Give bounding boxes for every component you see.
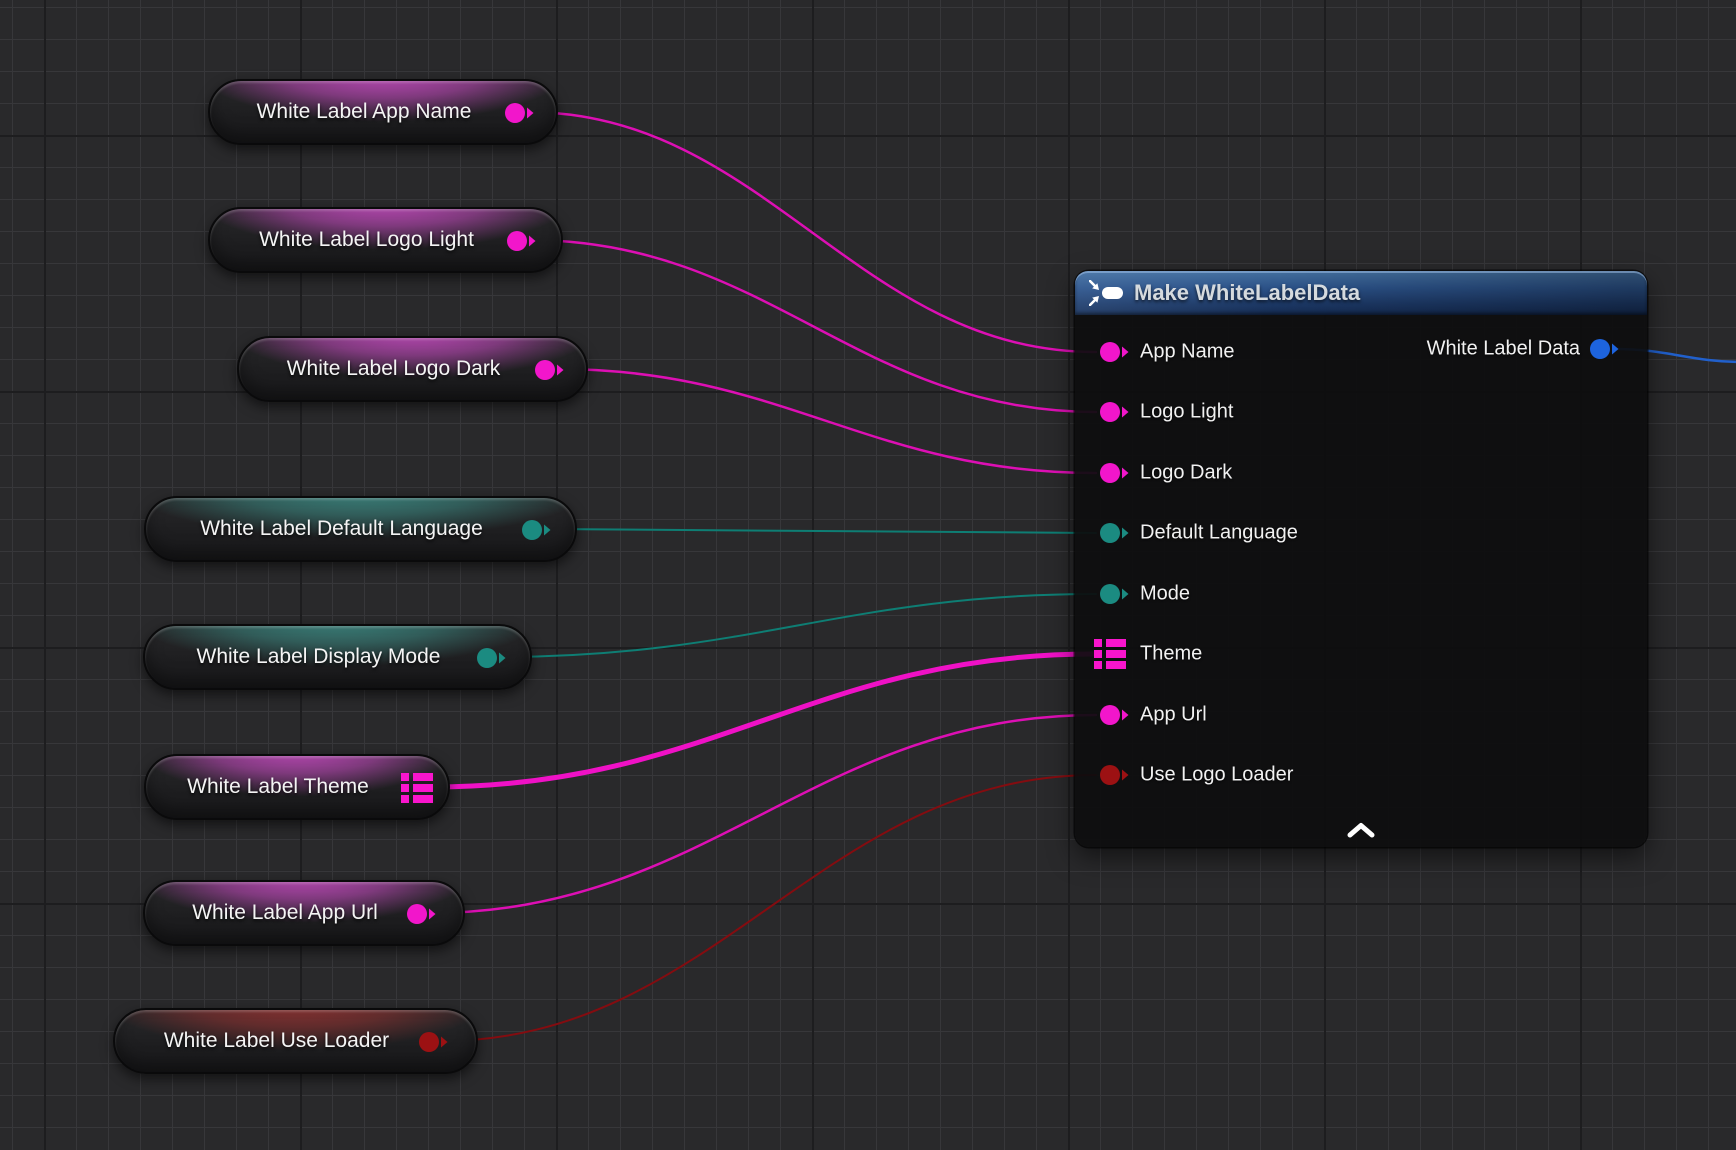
input-pin-label: Logo Light (1140, 401, 1233, 424)
input-pin-row-logo-light: Logo Light (1075, 391, 1647, 433)
output-pin-icon[interactable] (476, 647, 508, 669)
input-pin-label: Use Logo Loader (1140, 764, 1293, 787)
input-pin-icon[interactable] (1099, 764, 1131, 786)
var-node-white-label-theme[interactable]: White Label Theme (144, 754, 450, 820)
var-node-label: White Label Default Language (146, 498, 575, 560)
var-node-label: White Label Display Mode (145, 626, 530, 688)
input-pin-label: Default Language (1140, 522, 1298, 545)
wire-white-label-display-mode[interactable] (499, 594, 1096, 657)
output-pin-icon[interactable] (504, 102, 536, 124)
var-node-white-label-use-loader[interactable]: White Label Use Loader (113, 1008, 478, 1074)
input-pin-row-default-language: Default Language (1075, 512, 1647, 554)
output-pin-icon[interactable] (521, 519, 553, 541)
var-node-white-label-default-language[interactable]: White Label Default Language (144, 496, 577, 562)
input-pin-row-theme: Theme (1075, 633, 1647, 675)
wire-white-label-logo-dark[interactable] (557, 369, 1096, 473)
input-pin-label: Logo Dark (1140, 462, 1232, 485)
input-pin-row-logo-dark: Logo Dark (1075, 452, 1647, 494)
make-struct-icon (1089, 280, 1123, 306)
input-pin-label: Theme (1140, 643, 1202, 666)
chevron-up-icon (1344, 827, 1378, 842)
input-pin-label: App Url (1140, 704, 1207, 727)
input-pin-row-use-logo-loader: Use Logo Loader (1075, 754, 1647, 796)
input-pin-label: Mode (1140, 583, 1190, 606)
struct-grid-pin-icon[interactable] (1094, 639, 1126, 669)
wire-white-label-theme[interactable] (433, 654, 1093, 787)
input-pin-icon[interactable] (1099, 583, 1131, 605)
make-whitelabeldata-node[interactable]: Make WhiteLabelData App NameLogo LightLo… (1075, 271, 1647, 847)
var-node-white-label-logo-light[interactable]: White Label Logo Light (208, 207, 563, 273)
input-pin-row-app-url: App Url (1075, 694, 1647, 736)
input-pin-icon[interactable] (1099, 462, 1131, 484)
wire-white-label-default-language[interactable] (544, 529, 1096, 533)
output-pin-icon[interactable] (506, 230, 538, 252)
output-pin-row: White Label Data (1075, 328, 1647, 370)
input-pin-icon[interactable] (1099, 704, 1131, 726)
collapse-node-button[interactable] (1338, 819, 1384, 841)
var-node-white-label-app-url[interactable]: White Label App Url (143, 880, 465, 946)
blueprint-graph-canvas[interactable]: White Label App Name White Label Logo Lig… (0, 0, 1736, 1150)
struct-grid-pin-icon[interactable] (401, 773, 433, 803)
input-pin-icon[interactable] (1099, 522, 1131, 544)
wire-white-label-app-url[interactable] (429, 715, 1096, 913)
var-node-white-label-display-mode[interactable]: White Label Display Mode (143, 624, 532, 690)
node-title: Make WhiteLabelData (1134, 280, 1360, 306)
white-label-data-output-pin[interactable] (1589, 338, 1621, 360)
output-pin-icon[interactable] (406, 903, 438, 925)
output-pin-icon[interactable] (418, 1031, 450, 1053)
wire-white-label-use-loader[interactable] (441, 775, 1096, 1041)
output-pin-label: White Label Data (1427, 338, 1580, 361)
var-node-white-label-app-name[interactable]: White Label App Name (208, 79, 558, 145)
input-pin-row-mode: Mode (1075, 573, 1647, 615)
node-header[interactable]: Make WhiteLabelData (1075, 271, 1647, 315)
var-node-white-label-logo-dark[interactable]: White Label Logo Dark (237, 336, 588, 402)
input-pin-icon[interactable] (1099, 401, 1131, 423)
wire-white-label-logo-light[interactable] (529, 240, 1096, 412)
wire-white-label-app-name[interactable] (527, 112, 1096, 352)
output-pin-icon[interactable] (534, 359, 566, 381)
